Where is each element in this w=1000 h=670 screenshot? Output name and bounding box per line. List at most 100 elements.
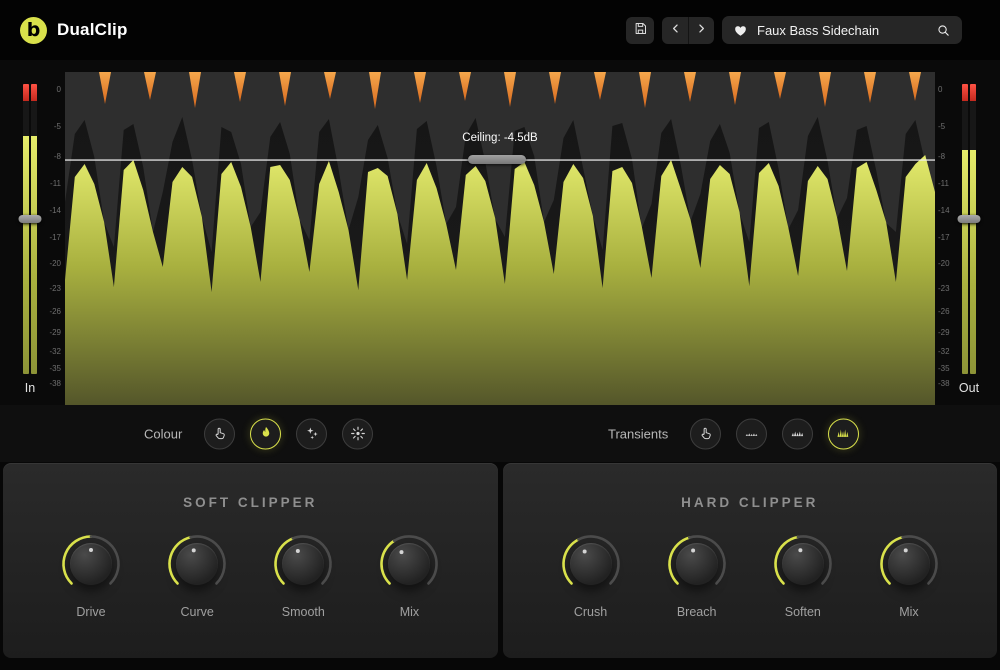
knob-mix: Mix: [877, 532, 941, 619]
colour-option-manual[interactable]: [204, 418, 235, 449]
db-tick-label: -32: [45, 347, 61, 356]
hard-clipper-title: HARD CLIPPER: [503, 495, 998, 510]
transients-option-high[interactable]: [828, 418, 859, 449]
search-icon[interactable]: [936, 23, 951, 38]
input-meter-bar-left: [23, 84, 29, 374]
knob-drive-dial[interactable]: [59, 532, 123, 596]
db-tick-label: -8: [45, 152, 61, 161]
db-tick-label: -17: [45, 233, 61, 242]
hard-clipper-knob-row: Crush Breach Soften Mix: [503, 532, 998, 619]
db-scale-left: 0-5-8-11-14-17-20-23-26-29-32-35-38: [45, 72, 61, 405]
db-tick-label: 0: [45, 85, 61, 94]
save-icon: [633, 21, 648, 39]
favorite-heart-icon[interactable]: [733, 23, 748, 38]
hard-clipper-panel: HARD CLIPPER Crush Breach Soften Mix: [503, 463, 998, 658]
colour-options: [204, 418, 373, 449]
touch-icon: [212, 426, 228, 442]
db-scale-right: 0-5-8-11-14-17-20-23-26-29-32-35-38: [938, 72, 954, 405]
db-tick-label: -5: [938, 122, 954, 131]
db-tick-label: -38: [45, 379, 61, 388]
next-preset-button[interactable]: [688, 17, 714, 44]
db-tick-label: -29: [938, 328, 954, 337]
preset-nav: [662, 17, 714, 44]
knob-label: Curve: [165, 605, 229, 619]
db-tick-label: -38: [938, 379, 954, 388]
knob-soften: Soften: [771, 532, 835, 619]
burst-icon: [350, 426, 366, 442]
input-meter-track: [23, 84, 37, 374]
knob-smooth: Smooth: [271, 532, 335, 619]
output-meter-bar-right: [970, 84, 976, 374]
previous-preset-button[interactable]: [662, 17, 688, 44]
db-tick-label: -32: [938, 347, 954, 356]
db-tick-label: -14: [938, 206, 954, 215]
knob-smooth-dial[interactable]: [271, 532, 335, 596]
clipper-panels: SOFT CLIPPER Drive Curve Smooth Mix HARD CL…: [0, 462, 1000, 670]
sparkles-icon: [304, 426, 320, 442]
wave-mid-icon: [790, 426, 806, 442]
mode-control-row: Colour Transients: [0, 405, 1000, 462]
knob-label: Mix: [877, 605, 941, 619]
chevron-left-icon: [668, 21, 683, 39]
header-bar: b DualClip Faux Bass Sidechain: [0, 0, 1000, 60]
knob-crush: Crush: [559, 532, 623, 619]
preset-selector[interactable]: Faux Bass Sidechain: [722, 16, 962, 44]
input-meter: In: [18, 84, 42, 395]
db-tick-label: -26: [938, 307, 954, 316]
colour-group: Colour: [144, 418, 373, 449]
app-title: DualClip: [57, 20, 128, 40]
knob-crush-dial[interactable]: [559, 532, 623, 596]
db-tick-label: -20: [45, 259, 61, 268]
db-tick-label: -11: [45, 179, 61, 188]
colour-option-sparkles[interactable]: [296, 418, 327, 449]
waveform-plot: [65, 72, 935, 405]
knob-label: Soften: [771, 605, 835, 619]
soft-clipper-title: SOFT CLIPPER: [3, 495, 498, 510]
dualclip-logo-icon: b: [20, 17, 47, 44]
db-tick-label: -8: [938, 152, 954, 161]
db-tick-label: 0: [938, 85, 954, 94]
colour-option-flame[interactable]: [250, 418, 281, 449]
waveform-display: Ceiling: -4.5dB: [65, 72, 935, 405]
knob-mix-dial[interactable]: [877, 532, 941, 596]
transients-option-mid[interactable]: [782, 418, 813, 449]
knob-curve: Curve: [165, 532, 229, 619]
db-tick-label: -26: [45, 307, 61, 316]
output-meter: Out: [957, 84, 981, 395]
wave-low-icon: [744, 426, 760, 442]
knob-curve-dial[interactable]: [165, 532, 229, 596]
colour-label: Colour: [144, 426, 182, 441]
transients-options: [690, 418, 859, 449]
output-gain-handle[interactable]: [958, 215, 981, 223]
knob-label: Mix: [377, 605, 441, 619]
save-preset-button[interactable]: [626, 17, 654, 44]
chevron-right-icon: [694, 21, 709, 39]
input-gain-handle[interactable]: [19, 215, 42, 223]
db-tick-label: -29: [45, 328, 61, 337]
preset-name: Faux Bass Sidechain: [757, 23, 927, 38]
transients-option-low[interactable]: [736, 418, 767, 449]
knob-soften-dial[interactable]: [771, 532, 835, 596]
knob-label: Crush: [559, 605, 623, 619]
output-meter-bar-left: [962, 84, 968, 374]
soft-clipper-panel: SOFT CLIPPER Drive Curve Smooth Mix: [3, 463, 498, 658]
waveform-section: In 0 -5 -8 -11 -14 -17 -20 -23 -26 -29 -32 -35 -38: [0, 60, 1000, 405]
knob-label: Breach: [665, 605, 729, 619]
transients-option-manual[interactable]: [690, 418, 721, 449]
db-tick-label: -35: [938, 364, 954, 373]
plugin-window: b DualClip Faux Bass Sidechain: [0, 0, 1000, 670]
knob-breach-dial[interactable]: [665, 532, 729, 596]
db-tick-label: -11: [938, 179, 954, 188]
transients-group: Transients: [608, 418, 859, 449]
ceiling-handle[interactable]: [468, 155, 526, 164]
db-tick-label: -23: [45, 284, 61, 293]
colour-option-burst[interactable]: [342, 418, 373, 449]
output-meter-track: [962, 84, 976, 374]
knob-drive: Drive: [59, 532, 123, 619]
knob-mix-dial[interactable]: [377, 532, 441, 596]
db-tick-label: -23: [938, 284, 954, 293]
soft-clipper-knob-row: Drive Curve Smooth Mix: [3, 532, 498, 619]
flame-icon: [258, 426, 274, 442]
brand: b DualClip: [20, 17, 128, 44]
db-tick-label: -17: [938, 233, 954, 242]
